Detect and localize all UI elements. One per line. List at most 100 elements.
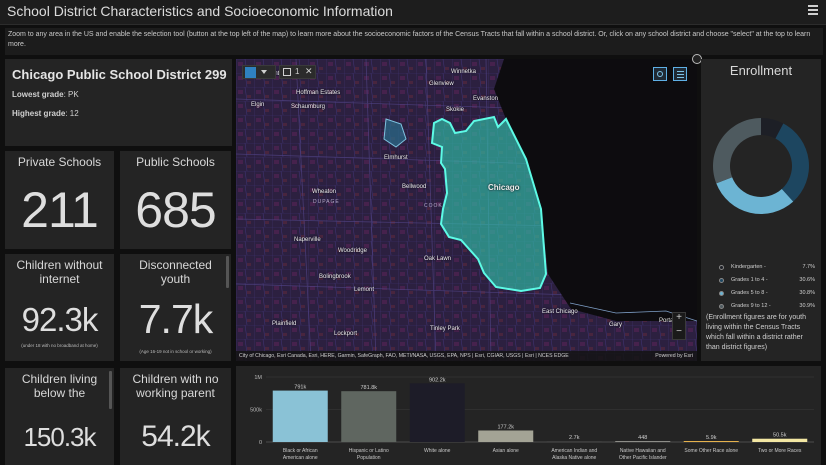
close-icon[interactable]: ✕: [305, 66, 313, 77]
search-icon[interactable]: [653, 67, 667, 81]
race-bar-chart: 0 500k 1M 791k Black or AfricanAmerican alon…: [250, 375, 814, 461]
y-tick-label: 0: [259, 440, 262, 446]
category-label: Asian alone: [493, 448, 519, 454]
donut-slice-1[interactable]: [775, 123, 809, 202]
lowest-grade-label: Lowest grade: [12, 90, 64, 99]
bar[interactable]: [341, 391, 397, 442]
map-label-hoffman-estates: Hoffman Estates: [296, 90, 341, 96]
category-label: American alone: [283, 455, 318, 461]
bar-value-label: 50.5k: [773, 433, 787, 439]
map-label-elmhurst: Elmhurst: [384, 155, 408, 161]
private-schools-label: Private Schools: [17, 155, 102, 169]
internet-label-line1: Children without: [16, 258, 103, 272]
enrollment-donut: [713, 118, 809, 214]
legend-label: Grades 9 to 12 -: [731, 303, 771, 309]
legend-label: Grades 5 to 8 -: [731, 290, 768, 296]
public-schools-value: 685: [135, 182, 216, 238]
map-label-winnetka: Winnetka: [451, 69, 477, 75]
category-label: Black or African: [283, 448, 318, 454]
card-scrollbar[interactable]: [109, 371, 112, 409]
intro-text: Zoom to any area in the US and enable th…: [5, 28, 823, 55]
bar[interactable]: [615, 441, 671, 442]
bar[interactable]: [478, 430, 534, 442]
internet-note: (under 18 with no broadband at home): [21, 343, 98, 348]
y-tick-label: 500k: [250, 408, 262, 414]
bar-value-label: 781.8k: [360, 385, 377, 391]
children-below-poverty-card: Children living below the 150.3k: [5, 368, 114, 465]
map-label-evanston: Evanston: [473, 96, 499, 102]
disconnected-label-line2: youth: [160, 272, 191, 286]
bar[interactable]: [272, 390, 328, 442]
list-icon[interactable]: [673, 67, 687, 81]
noparent-label-line2: working parent: [136, 386, 215, 400]
enrollment-title: Enrollment: [729, 63, 793, 78]
map-label-lockport: Lockport: [334, 331, 358, 337]
map-label-bellwood: Bellwood: [402, 184, 427, 190]
card-scrollbar[interactable]: [226, 256, 229, 288]
layers-icon[interactable]: [283, 68, 291, 76]
chevron-down-icon[interactable]: [261, 70, 267, 74]
map-label-dupage: DUPAGE: [313, 199, 340, 205]
map-label-east-chicago: East Chicago: [542, 309, 578, 315]
bar[interactable]: [546, 441, 602, 442]
private-schools-value: 211: [21, 182, 99, 238]
hamburger-menu-icon[interactable]: [808, 5, 818, 15]
map-label-lemont: Lemont: [354, 287, 375, 293]
category-label: Two or More Races: [758, 448, 802, 454]
map-label-oak-lawn: Oak Lawn: [424, 256, 452, 262]
internet-value: 92.3k: [21, 301, 99, 338]
app-title: School District Characteristics and Soci…: [7, 3, 393, 19]
legend-item: Grades 5 to 8 - 30.8%: [719, 290, 815, 298]
donut-slice-2[interactable]: [716, 177, 794, 214]
private-schools-card: Private Schools 211: [5, 151, 114, 249]
category-label: Hispanic or Latino: [349, 448, 389, 454]
selection-count: 1: [295, 67, 300, 76]
enrollment-panel: Enrollment Kindergarten - 7.7% Grades 1 to…: [701, 59, 821, 361]
app-header: School District Characteristics and Soci…: [0, 0, 826, 25]
donut-slice-3[interactable]: [713, 118, 761, 184]
legend-swatch: [719, 291, 724, 296]
powered-by-esri[interactable]: Powered by Esri: [655, 351, 693, 361]
map-label-bolingbrook: Bolingbrook: [319, 274, 351, 280]
bar[interactable]: [409, 383, 465, 442]
selection-tool-group[interactable]: [242, 65, 276, 79]
map-label-naperville: Naperville: [294, 237, 321, 243]
map-label-schaumburg: Schaumburg: [291, 104, 326, 110]
bar[interactable]: [683, 441, 739, 442]
lowest-grade-row: Lowest grade: PK: [12, 90, 79, 99]
legend-swatch: [719, 304, 724, 309]
legend-item: Grades 1 to 4 - 30.6%: [719, 277, 815, 285]
legend-label: Kindergarten -: [731, 264, 766, 270]
no-working-parent-card: Children with no working parent 54.2k: [120, 368, 231, 465]
map-label-skokie: Skokie: [446, 107, 465, 113]
legend-label: Grades 1 to 4 -: [731, 277, 768, 283]
disconnected-youth-card: Disconnected youth 7.7k (Age 16-19 not i…: [120, 254, 231, 361]
map-label-cook: COOK: [424, 203, 443, 209]
legend-swatch: [719, 278, 724, 283]
category-label: Some Other Race alone: [684, 448, 738, 454]
enrollment-footnote: (Enrollment figures are for youth living…: [706, 314, 806, 351]
disconnected-label-line1: Disconnected: [139, 258, 212, 272]
bar-value-label: 2.7k: [569, 435, 580, 441]
map-label-wheaton: Wheaton: [312, 189, 337, 195]
lowest-grade-value: PK: [68, 90, 79, 99]
zoom-in-button[interactable]: +: [673, 312, 685, 323]
category-label: American Indian and: [551, 448, 597, 454]
select-tool-icon[interactable]: [245, 67, 256, 78]
legend-percent: 30.8%: [799, 290, 815, 296]
selection-count-group[interactable]: 1 ✕: [279, 65, 316, 79]
highest-grade-row: Highest grade: 12: [12, 109, 79, 118]
map-label-tinley-park: Tinley Park: [430, 326, 460, 332]
category-label: Native Hawaiian and: [620, 448, 666, 454]
map-label-gary: Gary: [609, 322, 623, 328]
bar[interactable]: [752, 438, 808, 442]
legend-item: Grades 9 to 12 - 30.9%: [719, 303, 815, 311]
zoom-out-button[interactable]: −: [673, 326, 685, 337]
highest-grade-label: Highest grade: [12, 109, 66, 118]
disconnected-note: (Age 16-19 not in school or working): [139, 349, 212, 354]
poverty-label-line1: Children living: [21, 372, 98, 386]
map-view[interactable]: CarpentersvilleHoffman EstatesElginGlenv…: [236, 59, 697, 361]
legend-item: Kindergarten - 7.7%: [719, 264, 815, 272]
poverty-value: 150.3k: [23, 422, 96, 452]
bar-value-label: 5.9k: [706, 435, 717, 441]
